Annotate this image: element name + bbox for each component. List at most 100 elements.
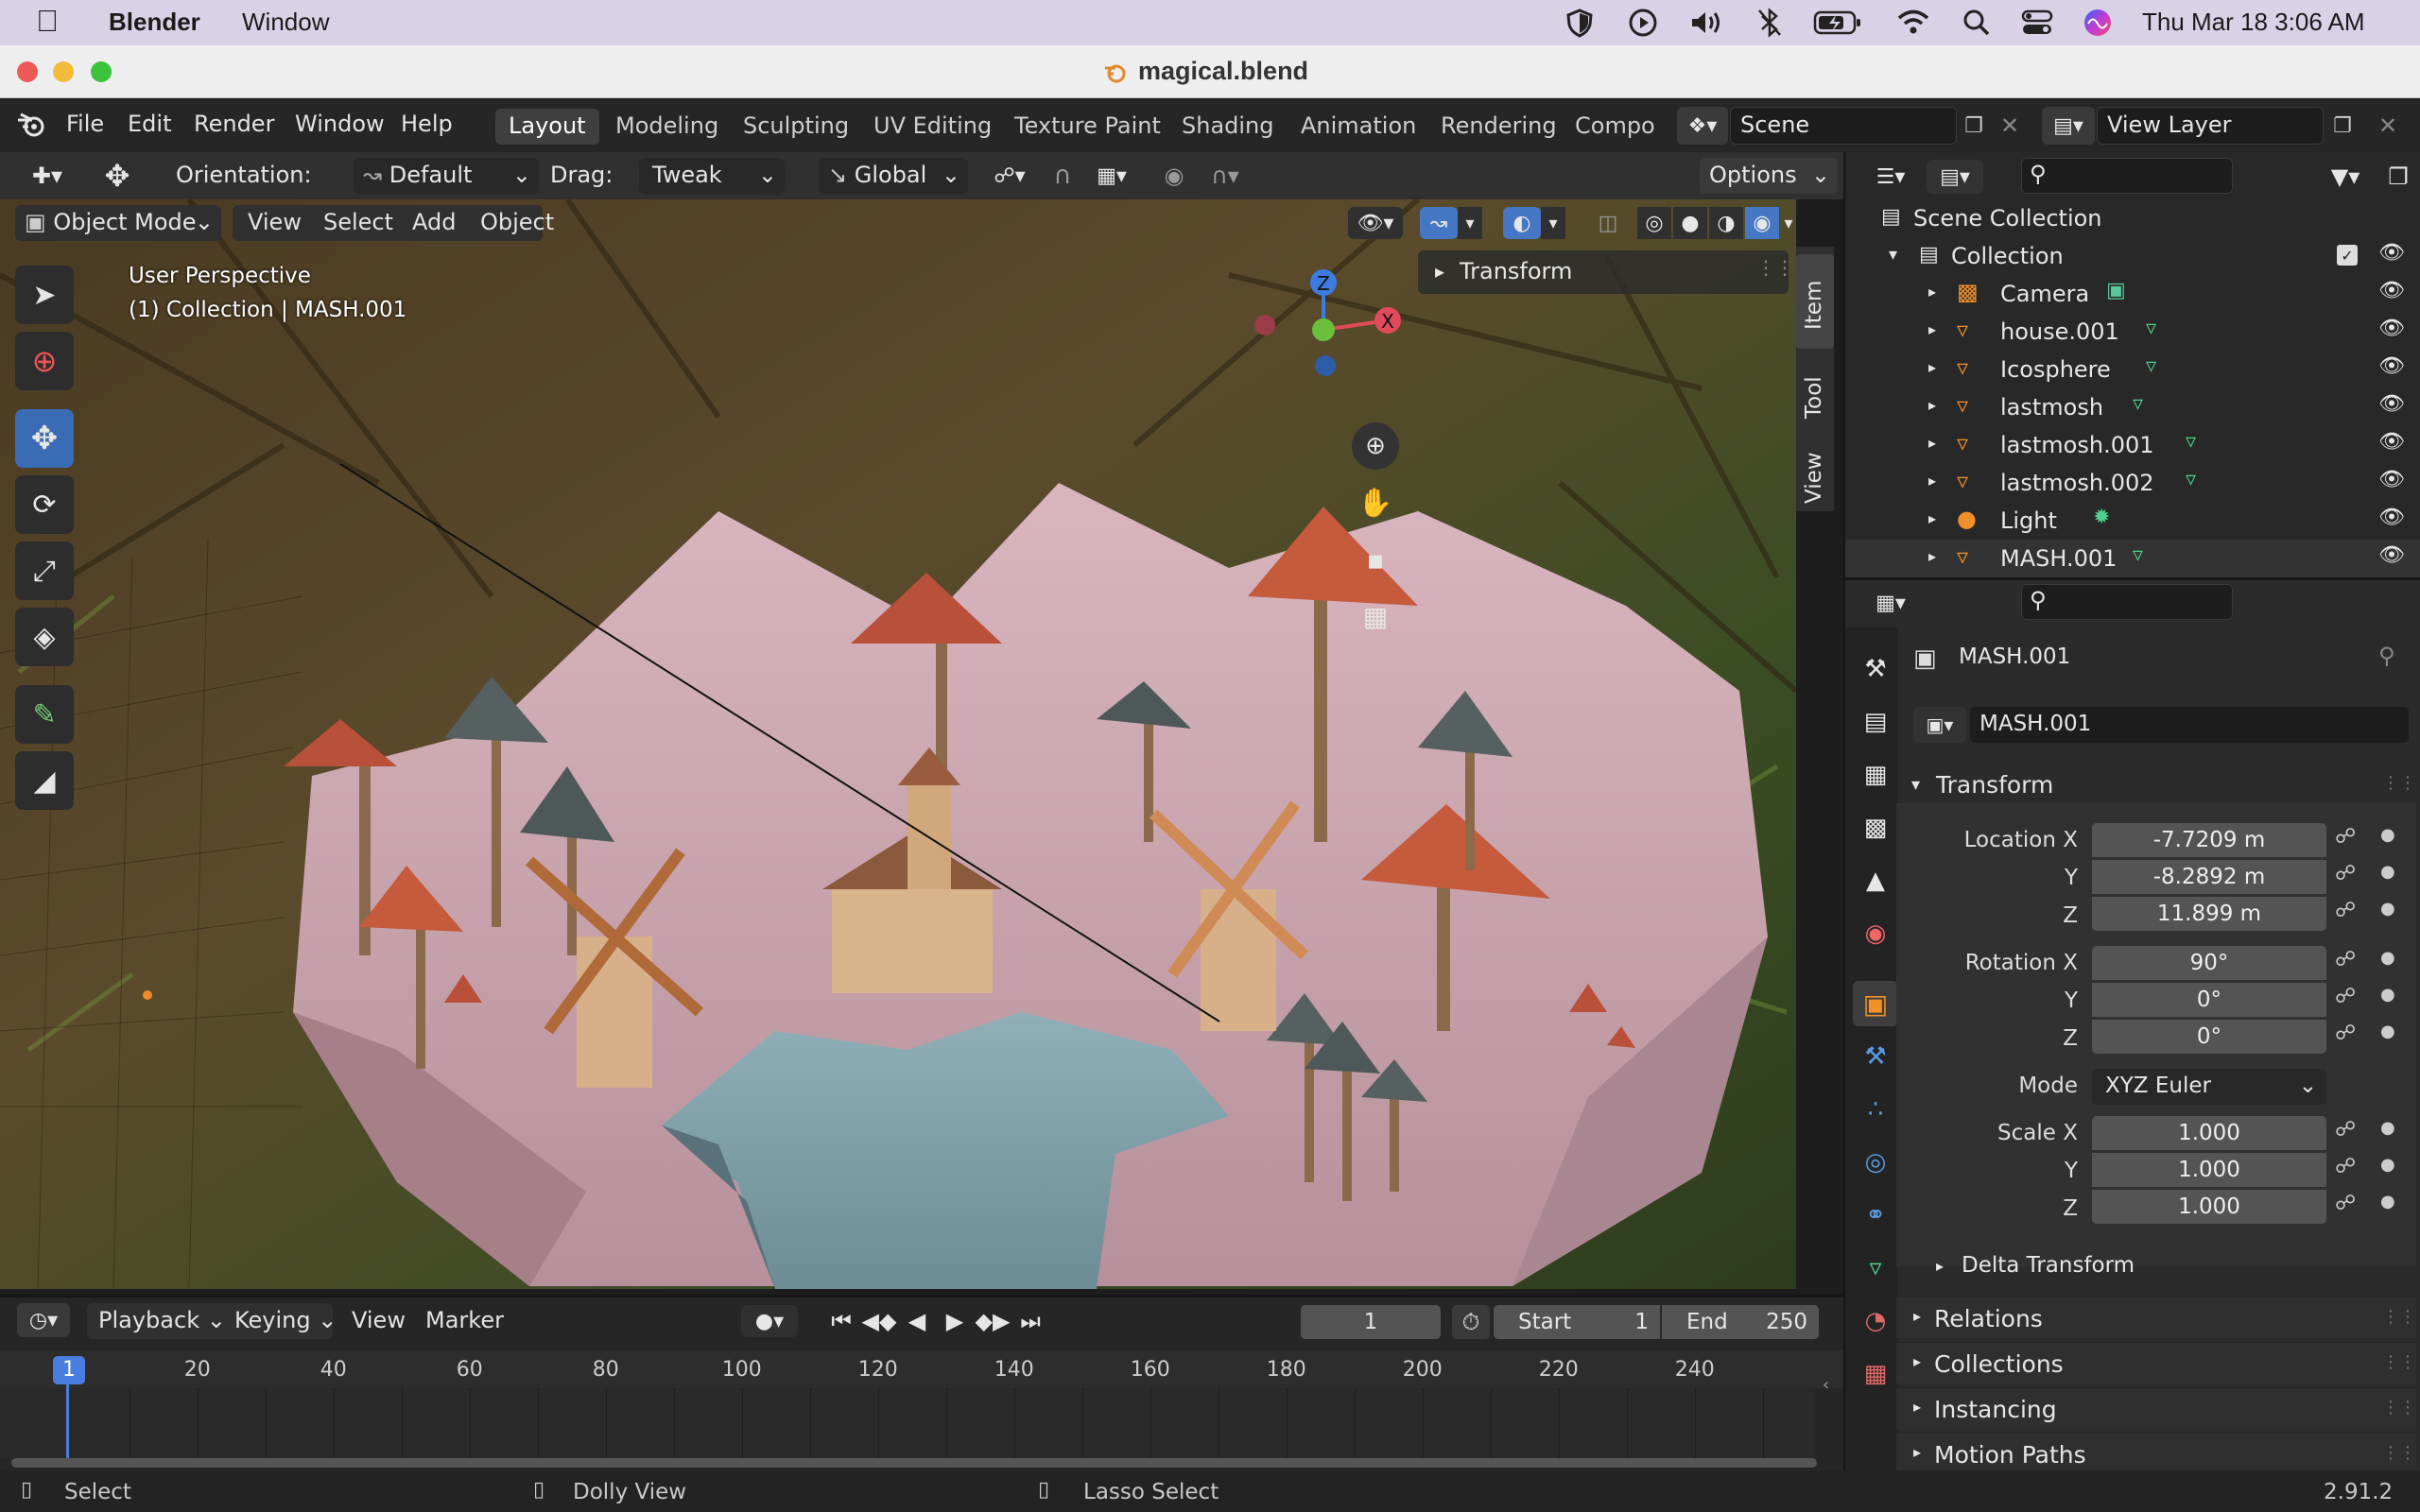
close-window-button[interactable]: [17, 61, 38, 82]
menu-help[interactable]: Help: [401, 111, 453, 137]
filter-icon[interactable]: ▼▾: [2318, 160, 2373, 194]
tab-rendering[interactable]: Rendering: [1427, 109, 1570, 145]
tab-texture-paint[interactable]: Texture Paint: [1001, 109, 1174, 145]
timeline-menu-playback[interactable]: Playback ⌄: [98, 1307, 226, 1333]
mesh-data-icon[interactable]: ▿: [2146, 317, 2156, 340]
tab-shading[interactable]: Shading: [1168, 109, 1288, 145]
tab-view[interactable]: View: [1796, 432, 1834, 507]
record-keyframes-icon[interactable]: ●▾: [741, 1305, 798, 1337]
rotation-x-field[interactable]: 90°: [2092, 946, 2326, 980]
measure-tool-button[interactable]: ◢: [15, 751, 74, 810]
outliner-object-row[interactable]: ▸ ▿ house.001 ▿ 👁: [1845, 313, 2420, 351]
tool-settings-menu-icon[interactable]: ✚▾: [23, 160, 72, 192]
gizmo-toggle-icon[interactable]: ↝: [1420, 207, 1458, 239]
tab-animation[interactable]: Animation: [1288, 109, 1429, 145]
options-dropdown[interactable]: Options ⌄: [1700, 158, 1838, 194]
cursor-tool-button[interactable]: ⊕: [15, 332, 74, 390]
viewport-menu-select[interactable]: Select: [323, 209, 393, 235]
location-y-field[interactable]: -8.2892 m: [2092, 860, 2326, 894]
minimize-window-button[interactable]: [53, 61, 74, 82]
keyframe-dot-icon[interactable]: ●: [2380, 899, 2395, 919]
keyframe-dot-icon[interactable]: ●: [2380, 825, 2395, 845]
lock-icon[interactable]: ☍: [2335, 899, 2356, 922]
siri-icon[interactable]: [2083, 8, 2113, 38]
menu-window[interactable]: Window: [295, 111, 385, 137]
orientation-dropdown[interactable]: ↝ Default ⌄: [354, 158, 539, 194]
solid-shading-icon[interactable]: ●: [1673, 207, 1707, 239]
outliner-object-row[interactable]: ▸ ▿ lastmosh.001 ▿ 👁: [1845, 426, 2420, 464]
pan-view-button[interactable]: ✋: [1352, 479, 1399, 526]
expand-arrow-icon[interactable]: ▸: [1928, 396, 1936, 414]
material-tab[interactable]: ◔: [1853, 1298, 1898, 1344]
start-frame-field[interactable]: Start 1: [1494, 1305, 1660, 1339]
rendered-shading-icon[interactable]: ◉: [1745, 207, 1779, 239]
control-center-icon[interactable]: [2021, 9, 2053, 37]
eye-icon[interactable]: 👁: [2378, 317, 2405, 340]
expand-arrow-icon[interactable]: ▸: [1928, 320, 1936, 338]
tab-modeling[interactable]: Modeling: [602, 109, 732, 145]
zoom-window-button[interactable]: [91, 61, 112, 82]
end-frame-field[interactable]: End 250: [1662, 1305, 1819, 1339]
camera-data-icon[interactable]: ▣: [2106, 279, 2126, 302]
eye-icon[interactable]: 👁: [2378, 468, 2405, 491]
move-tool-icon[interactable]: ✥: [95, 158, 140, 194]
object-name-field[interactable]: MASH.001: [1970, 707, 2409, 743]
output-tab[interactable]: ▦: [1853, 752, 1898, 798]
lock-icon[interactable]: ☍: [2335, 985, 2356, 1008]
new-view-layer-icon[interactable]: ❐: [2327, 111, 2358, 141]
outliner-object-row[interactable]: ▸ ▿ Icosphere ▿ 👁: [1845, 351, 2420, 388]
view-layer-selector-icon[interactable]: ▤▾: [2042, 107, 2095, 145]
properties-search-field[interactable]: ⚲: [2021, 584, 2233, 620]
overlays-dropdown-icon[interactable]: ▾: [1541, 207, 1565, 239]
timeline-menu-keying[interactable]: Keying ⌄: [234, 1307, 337, 1333]
timeline-scrollbar[interactable]: [11, 1458, 1817, 1468]
scale-z-field[interactable]: 1.000: [2092, 1190, 2326, 1224]
properties-section-row[interactable]: ▸ Relations ⋮⋮: [1896, 1297, 2416, 1338]
lock-icon[interactable]: ☍: [2335, 1022, 2356, 1045]
outliner-object-row[interactable]: ▸ ▿ lastmosh ▿ 👁: [1845, 388, 2420, 426]
prev-keyframe-icon[interactable]: ◀◆: [862, 1305, 897, 1337]
expand-arrow-icon[interactable]: ▸: [1928, 509, 1936, 527]
current-frame-field[interactable]: 1: [1301, 1305, 1441, 1339]
pivot-point-icon[interactable]: ☍▾: [981, 160, 1038, 192]
jump-end-icon[interactable]: ⏭: [1013, 1305, 1047, 1337]
properties-section-row[interactable]: ▸ Motion Paths ⋮⋮: [1896, 1433, 2416, 1474]
timeline-menu-view[interactable]: View: [352, 1307, 406, 1333]
rotate-tool-button[interactable]: ⟳: [15, 475, 74, 534]
move-tool-button[interactable]: ✥: [15, 409, 74, 468]
menu-render[interactable]: Render: [194, 111, 274, 137]
gizmo-dropdown-icon[interactable]: ▾: [1458, 207, 1482, 239]
expand-arrow-icon[interactable]: ▸: [1928, 283, 1936, 301]
scene-selector-icon[interactable]: ❖▾: [1677, 107, 1728, 145]
outliner-object-row[interactable]: ▸ ▩ Camera ▣ 👁: [1845, 275, 2420, 313]
transform-tool-button[interactable]: ◈: [15, 608, 74, 666]
tab-tool[interactable]: Tool: [1796, 352, 1834, 428]
eye-icon[interactable]: 👁: [2378, 392, 2405, 416]
play-icon[interactable]: ▶: [938, 1305, 972, 1337]
properties-section-row[interactable]: ▸ Instancing ⋮⋮: [1896, 1387, 2416, 1429]
object-mode-dropdown[interactable]: ▣ Object Mode ⌄: [15, 205, 221, 241]
new-scene-icon[interactable]: ❐: [1959, 111, 1989, 141]
lock-icon[interactable]: ☍: [2335, 1118, 2356, 1142]
expand-arrow-icon[interactable]: ▸: [1928, 547, 1936, 565]
snap-target-icon[interactable]: ▦▾: [1083, 160, 1140, 192]
shield-icon[interactable]: [1564, 8, 1595, 38]
data-tab[interactable]: ▿: [1853, 1246, 1898, 1291]
keyframe-dot-icon[interactable]: ●: [2380, 985, 2395, 1005]
drag-dropdown[interactable]: Tweak ⌄: [639, 158, 785, 194]
eye-icon[interactable]: 👁: [2378, 430, 2405, 454]
visibility-eye-icon[interactable]: 👁▾: [1348, 207, 1403, 239]
lock-icon[interactable]: ☍: [2335, 948, 2356, 971]
eye-icon[interactable]: 👁: [2378, 506, 2405, 529]
expand-arrow-icon[interactable]: ▸: [1928, 434, 1936, 452]
timeline-editor-type-icon[interactable]: ◷▾: [17, 1303, 70, 1337]
collection-checkbox[interactable]: ✓: [2337, 245, 2358, 266]
navigation-gizmo[interactable]: Z X: [1246, 262, 1407, 385]
toggle-perspective-button[interactable]: ▦: [1352, 593, 1399, 640]
eye-icon[interactable]: 👁: [2378, 543, 2405, 567]
rotation-y-field[interactable]: 0°: [2092, 983, 2326, 1017]
play-reverse-icon[interactable]: ◀: [900, 1305, 934, 1337]
lock-icon[interactable]: ☍: [2335, 825, 2356, 849]
new-collection-icon[interactable]: ❐: [2380, 160, 2416, 194]
wireframe-shading-icon[interactable]: ◎: [1637, 207, 1671, 239]
